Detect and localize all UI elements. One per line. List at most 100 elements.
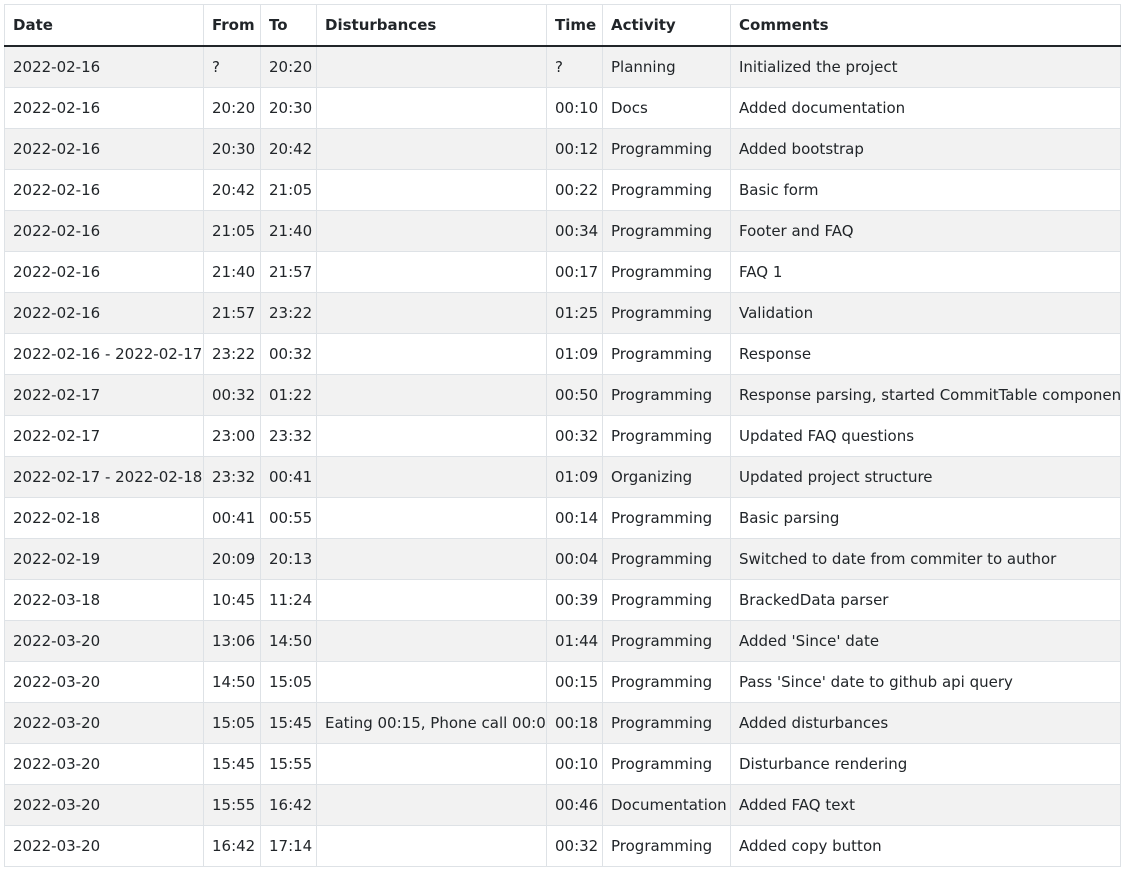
cell-date: 2022-03-20 [4,743,204,785]
table-row: 2022-02-16 21:05 21:40 00:34 Programming Foot… [4,210,1121,252]
header-row: Date From To Disturbances Time Activity … [4,4,1121,47]
cell-to: 16:42 [260,784,317,826]
cell-date: 2022-02-16 [4,251,204,293]
table-row: 2022-02-16 20:20 20:30 00:10 Docs Added docum… [4,87,1121,129]
cell-time: 00:10 [546,743,603,785]
cell-disturbances [316,825,547,867]
cell-time: 00:46 [546,784,603,826]
cell-from: 23:22 [203,333,261,375]
cell-from: 23:00 [203,415,261,457]
cell-comments: BrackedData parser [730,579,1121,621]
cell-to: 15:55 [260,743,317,785]
cell-disturbances [316,456,547,498]
cell-from: 20:20 [203,87,261,129]
cell-date: 2022-02-19 [4,538,204,580]
cell-activity: Programming [602,538,731,580]
cell-to: 21:40 [260,210,317,252]
cell-disturbances [316,169,547,211]
cell-disturbances [316,415,547,457]
cell-activity: Programming [602,415,731,457]
header-comments: Comments [730,4,1121,47]
cell-date: 2022-03-18 [4,579,204,621]
cell-disturbances [316,210,547,252]
cell-to: 00:32 [260,333,317,375]
header-activity: Activity [602,4,731,47]
cell-date: 2022-02-17 [4,415,204,457]
cell-activity: Docs [602,87,731,129]
cell-disturbances [316,45,547,88]
cell-from: 21:05 [203,210,261,252]
table-row: 2022-02-17 - 2022-02-18 23:32 00:41 01:09 Or… [4,456,1121,498]
cell-date: 2022-02-17 - 2022-02-18 [4,456,204,498]
cell-to: 23:22 [260,292,317,334]
cell-time: 00:04 [546,538,603,580]
table-row: 2022-03-20 15:55 16:42 00:46 Documentation Ad… [4,784,1121,826]
cell-comments: Updated project structure [730,456,1121,498]
cell-time: 00:18 [546,702,603,744]
cell-to: 00:55 [260,497,317,539]
cell-date: 2022-02-16 [4,128,204,170]
cell-to: 00:41 [260,456,317,498]
header-from: From [203,4,261,47]
table-header: Date From To Disturbances Time Activity … [4,4,1121,47]
cell-activity: Programming [602,579,731,621]
cell-activity: Programming [602,374,731,416]
table-row: 2022-03-20 15:05 15:45 Eating 00:15, Phone … [4,702,1121,744]
cell-activity: Organizing [602,456,731,498]
table-row: 2022-02-16? 20:20? Planning Initialized the… [4,45,1121,88]
table-row: 2022-03-20 15:45 15:55 00:10 Programming Dist… [4,743,1121,785]
cell-to: 01:22 [260,374,317,416]
cell-activity: Programming [602,661,731,703]
cell-activity: Programming [602,333,731,375]
cell-comments: Disturbance rendering [730,743,1121,785]
cell-date: 2022-02-16 - 2022-02-17 [4,333,204,375]
cell-time: 01:44 [546,620,603,662]
cell-date: 2022-02-16 [4,292,204,334]
cell-disturbances [316,579,547,621]
table-row: 2022-02-16 21:40 21:57 00:17 Programming FAQ … [4,251,1121,293]
cell-from: 15:05 [203,702,261,744]
cell-from: 13:06 [203,620,261,662]
cell-from: 00:41 [203,497,261,539]
cell-activity: Programming [602,169,731,211]
cell-to: 20:30 [260,87,317,129]
cell-activity: Programming [602,825,731,867]
cell-time: 01:09 [546,333,603,375]
cell-activity: Programming [602,128,731,170]
cell-to: 14:50 [260,620,317,662]
cell-to: 20:20 [260,45,317,88]
cell-comments: Updated FAQ questions [730,415,1121,457]
cell-date: 2022-02-18 [4,497,204,539]
cell-disturbances [316,128,547,170]
cell-date: 2022-03-20 [4,825,204,867]
cell-from: 20:42 [203,169,261,211]
table-row: 2022-03-18 10:45 11:24 00:39 Programming Brac… [4,579,1121,621]
cell-to: 23:32 [260,415,317,457]
cell-disturbances [316,661,547,703]
cell-time: 01:09 [546,456,603,498]
cell-comments: Switched to date from commiter to author [730,538,1121,580]
cell-date: 2022-02-17 [4,374,204,416]
cell-comments: Basic form [730,169,1121,211]
cell-time: 00:50 [546,374,603,416]
cell-time: 00:32 [546,825,603,867]
cell-comments: Response parsing, started CommitTable co… [730,374,1121,416]
cell-disturbances [316,374,547,416]
header-time: Time [546,4,603,47]
header-date: Date [4,4,204,47]
cell-activity: Programming [602,251,731,293]
cell-to: 21:05 [260,169,317,211]
cell-comments: Pass 'Since' date to github api query [730,661,1121,703]
cell-comments: Response [730,333,1121,375]
table-row: 2022-02-17 23:00 23:32 00:32 Programming Upda… [4,415,1121,457]
cell-comments: Added disturbances [730,702,1121,744]
cell-from: 14:50 [203,661,261,703]
cell-from: 15:55 [203,784,261,826]
cell-from: 15:45 [203,743,261,785]
cell-comments: Basic parsing [730,497,1121,539]
header-to: To [260,4,317,47]
cell-comments: Added FAQ text [730,784,1121,826]
cell-time: 00:15 [546,661,603,703]
cell-disturbances [316,87,547,129]
time-log-table-container: Date From To Disturbances Time Activity … [4,4,1121,867]
